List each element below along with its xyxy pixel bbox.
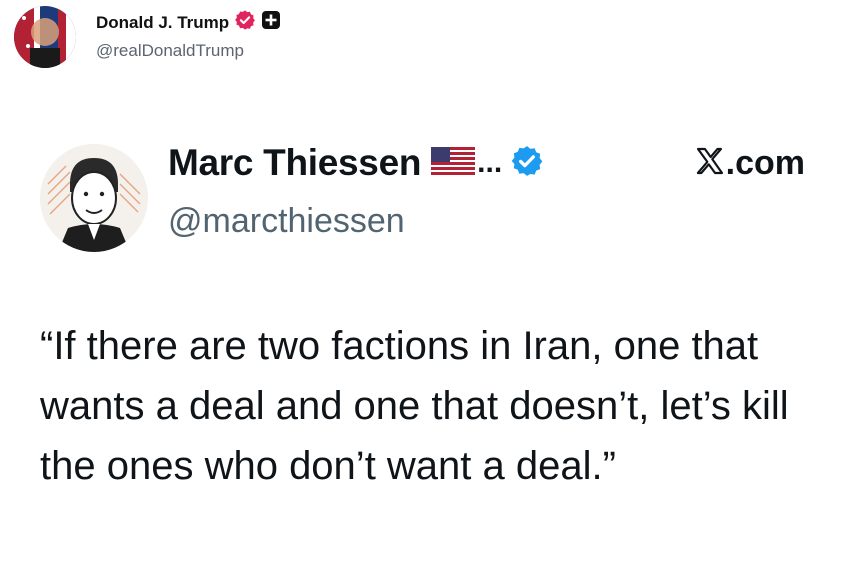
verified-badge-icon	[510, 144, 544, 183]
source-site-link[interactable]: .com	[694, 144, 805, 183]
quoted-author-name[interactable]: Marc Thiessen	[168, 142, 421, 184]
name-truncation-ellipsis: ...	[477, 146, 503, 179]
us-flag-icon	[431, 146, 476, 180]
post-header: Donald J. Trump @realDonaldTrump	[14, 6, 281, 68]
plus-badge-icon	[261, 10, 281, 35]
quoted-author-avatar[interactable]	[40, 144, 148, 252]
quoted-author-handle[interactable]: @marcthiessen	[168, 202, 405, 241]
author-name[interactable]: Donald J. Trump	[96, 13, 229, 33]
source-site-label: .com	[725, 144, 805, 182]
author-avatar[interactable]	[14, 6, 76, 68]
author-handle[interactable]: @realDonaldTrump	[96, 41, 281, 61]
avatar-portrait-icon	[40, 144, 148, 252]
quoted-post-card[interactable]: Marc Thiessen ... @marcthiessen .com “If…	[0, 120, 841, 582]
quoted-post-text: “If there are two factions in Iran, one …	[40, 324, 789, 488]
avatar-portrait-icon	[14, 6, 76, 68]
verified-badge-icon	[234, 9, 256, 36]
x-logo-icon	[694, 145, 726, 182]
